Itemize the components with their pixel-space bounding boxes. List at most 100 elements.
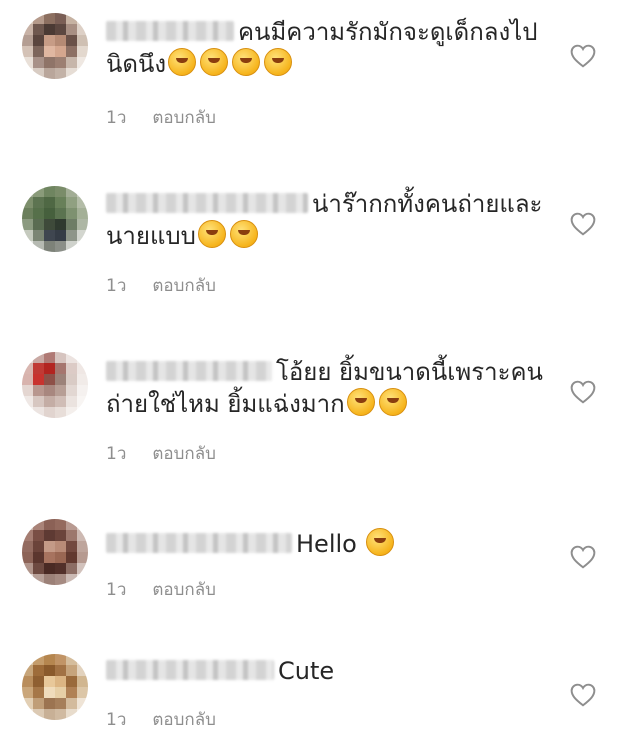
avatar-pixel bbox=[66, 552, 77, 563]
avatar-pixel bbox=[22, 186, 33, 197]
avatar-pixel bbox=[66, 687, 77, 698]
avatar-pixel bbox=[77, 687, 88, 698]
avatar-pixel bbox=[22, 541, 33, 552]
comment: โอ้ยย ยิ้มขนาดนี้เพราะคนถ่ายใช่ไหม ยิ้มแ… bbox=[0, 348, 640, 498]
avatar-pixel bbox=[44, 687, 55, 698]
comment-time: 1ว bbox=[106, 108, 127, 128]
avatar-pixel bbox=[44, 186, 55, 197]
avatar-pixel bbox=[77, 541, 88, 552]
username[interactable] bbox=[106, 660, 274, 680]
avatar-pixel bbox=[33, 687, 44, 698]
avatar[interactable] bbox=[22, 13, 88, 79]
avatar-pixel bbox=[44, 552, 55, 563]
avatar-pixel bbox=[44, 541, 55, 552]
avatar-pixel bbox=[66, 68, 77, 79]
username[interactable] bbox=[106, 361, 272, 381]
username[interactable] bbox=[106, 21, 234, 41]
avatar-pixel bbox=[77, 698, 88, 709]
avatar-pixel bbox=[22, 396, 33, 407]
avatar-pixel bbox=[44, 519, 55, 530]
avatar[interactable] bbox=[22, 654, 88, 720]
reply-button[interactable]: ตอบกลับ bbox=[152, 576, 216, 603]
avatar-pixel bbox=[77, 563, 88, 574]
like-heart-icon[interactable] bbox=[570, 683, 596, 707]
avatar-pixel bbox=[77, 552, 88, 563]
avatar-pixel bbox=[66, 709, 77, 720]
avatar-pixel bbox=[55, 352, 66, 363]
avatar-pixel bbox=[66, 352, 77, 363]
avatar-pixel bbox=[22, 68, 33, 79]
avatar-pixel bbox=[55, 687, 66, 698]
username[interactable] bbox=[106, 193, 308, 213]
avatar-pixel bbox=[22, 241, 33, 252]
avatar-pixel bbox=[22, 654, 33, 665]
avatar-pixel bbox=[66, 363, 77, 374]
avatar-pixel bbox=[55, 208, 66, 219]
avatar-pixel bbox=[33, 208, 44, 219]
like-heart-icon[interactable] bbox=[570, 545, 596, 569]
avatar-pixel bbox=[44, 676, 55, 687]
avatar-pixel bbox=[44, 68, 55, 79]
avatar-pixel bbox=[55, 396, 66, 407]
avatar-pixel bbox=[44, 709, 55, 720]
avatar[interactable] bbox=[22, 519, 88, 585]
avatar-pixel bbox=[77, 208, 88, 219]
comment: Hello 1ว ตอบกลับ bbox=[0, 514, 640, 624]
avatar-pixel bbox=[22, 57, 33, 68]
reply-button[interactable]: ตอบกลับ bbox=[152, 104, 216, 131]
avatar-pixel bbox=[55, 197, 66, 208]
avatar-pixel bbox=[66, 241, 77, 252]
avatar-pixel bbox=[55, 186, 66, 197]
avatar-pixel bbox=[66, 57, 77, 68]
avatar-pixel bbox=[22, 552, 33, 563]
avatar-pixel bbox=[77, 35, 88, 46]
avatar-pixel bbox=[33, 541, 44, 552]
comment-text: Cute bbox=[278, 657, 335, 685]
avatar-pixel bbox=[55, 363, 66, 374]
avatar-pixel bbox=[77, 519, 88, 530]
avatar-pixel bbox=[55, 530, 66, 541]
avatar-pixel bbox=[33, 219, 44, 230]
avatar-pixel bbox=[77, 407, 88, 418]
avatar-pixel bbox=[22, 24, 33, 35]
laughing-tears-emoji bbox=[346, 388, 375, 416]
avatar-pixel bbox=[44, 241, 55, 252]
avatar-pixel bbox=[44, 57, 55, 68]
like-heart-icon[interactable] bbox=[570, 212, 596, 236]
avatar-pixel bbox=[22, 208, 33, 219]
avatar-pixel bbox=[33, 374, 44, 385]
avatar-pixel bbox=[33, 46, 44, 57]
avatar-pixel bbox=[66, 186, 77, 197]
avatar-pixel bbox=[22, 709, 33, 720]
avatar[interactable] bbox=[22, 186, 88, 252]
like-heart-icon[interactable] bbox=[570, 380, 596, 404]
avatar-pixel bbox=[55, 654, 66, 665]
avatar-pixel bbox=[66, 13, 77, 24]
reply-button[interactable]: ตอบกลับ bbox=[152, 440, 216, 467]
avatar-pixel bbox=[33, 186, 44, 197]
avatar-pixel bbox=[77, 46, 88, 57]
avatar-pixel bbox=[66, 197, 77, 208]
reply-button[interactable]: ตอบกลับ bbox=[152, 706, 216, 733]
avatar-pixel bbox=[44, 574, 55, 585]
avatar-pixel bbox=[33, 241, 44, 252]
avatar-pixel bbox=[77, 230, 88, 241]
reply-button[interactable]: ตอบกลับ bbox=[152, 272, 216, 299]
avatar-pixel bbox=[44, 230, 55, 241]
avatar-pixel bbox=[44, 396, 55, 407]
avatar-pixel bbox=[33, 57, 44, 68]
avatar-pixel bbox=[22, 374, 33, 385]
like-heart-icon[interactable] bbox=[570, 44, 596, 68]
avatar-pixel bbox=[22, 530, 33, 541]
avatar-pixel bbox=[77, 530, 88, 541]
avatar-pixel bbox=[55, 563, 66, 574]
avatar-pixel bbox=[22, 563, 33, 574]
comment-time: 1ว bbox=[106, 276, 127, 296]
avatar-pixel bbox=[77, 219, 88, 230]
heart-eyes-emoji bbox=[197, 220, 226, 248]
avatar[interactable] bbox=[22, 352, 88, 418]
username[interactable] bbox=[106, 533, 292, 553]
avatar-pixel bbox=[66, 698, 77, 709]
avatar-pixel bbox=[77, 709, 88, 720]
avatar-pixel bbox=[44, 363, 55, 374]
